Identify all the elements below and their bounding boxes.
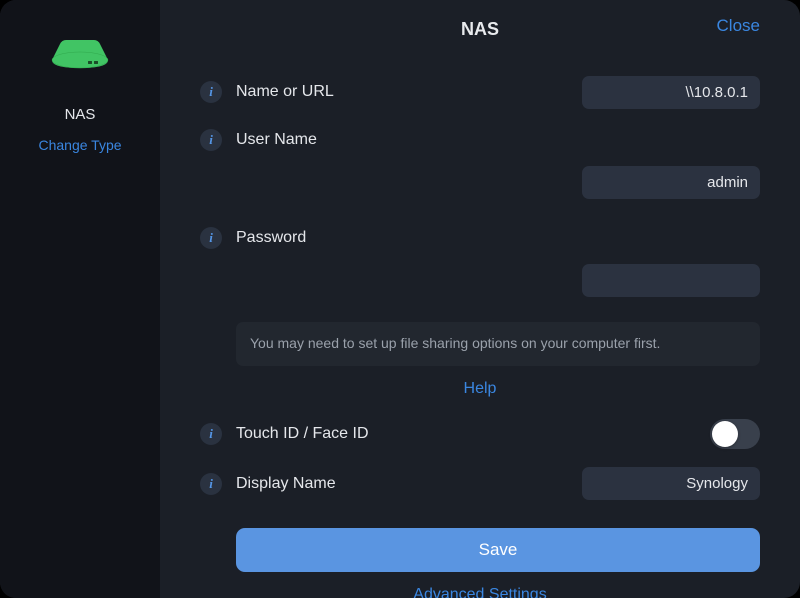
row-display-name: i Display Name [200, 466, 760, 502]
username-input[interactable] [582, 166, 760, 199]
nas-device-icon [50, 30, 110, 70]
info-icon[interactable]: i [200, 227, 222, 249]
change-type-link[interactable]: Change Type [38, 137, 121, 153]
touchid-toggle[interactable] [710, 419, 760, 449]
info-icon[interactable]: i [200, 81, 222, 103]
close-button[interactable]: Close [717, 16, 760, 36]
info-icon[interactable]: i [200, 129, 222, 151]
label-password: Password [236, 229, 306, 247]
help-link[interactable]: Help [200, 380, 760, 398]
info-icon[interactable]: i [200, 473, 222, 495]
header: NAS Close [200, 0, 760, 58]
page-title: NAS [461, 19, 499, 40]
row-username: i User Name [200, 122, 760, 158]
save-button[interactable]: Save [236, 528, 760, 572]
label-touchid: Touch ID / Face ID [236, 425, 369, 443]
row-username-input [200, 164, 760, 200]
form: i Name or URL i User Name i Password You… [200, 74, 760, 598]
info-icon[interactable]: i [200, 423, 222, 445]
name-url-input[interactable] [582, 76, 760, 109]
row-name-url: i Name or URL [200, 74, 760, 110]
label-display-name: Display Name [236, 475, 336, 493]
main-panel: NAS Close i Name or URL i User Name i Pa… [160, 0, 800, 598]
password-input[interactable] [582, 264, 760, 297]
hint-text: You may need to set up file sharing opti… [236, 322, 760, 366]
sidebar-device-label: NAS [65, 106, 96, 123]
toggle-knob [712, 421, 738, 447]
row-password-input [200, 262, 760, 298]
display-name-input[interactable] [582, 467, 760, 500]
sidebar: NAS Change Type [0, 0, 160, 598]
row-password: i Password [200, 220, 760, 256]
label-name-url: Name or URL [236, 83, 334, 101]
advanced-settings-link[interactable]: Advanced Settings [200, 586, 760, 598]
label-username: User Name [236, 131, 317, 149]
row-touchid: i Touch ID / Face ID [200, 416, 760, 452]
